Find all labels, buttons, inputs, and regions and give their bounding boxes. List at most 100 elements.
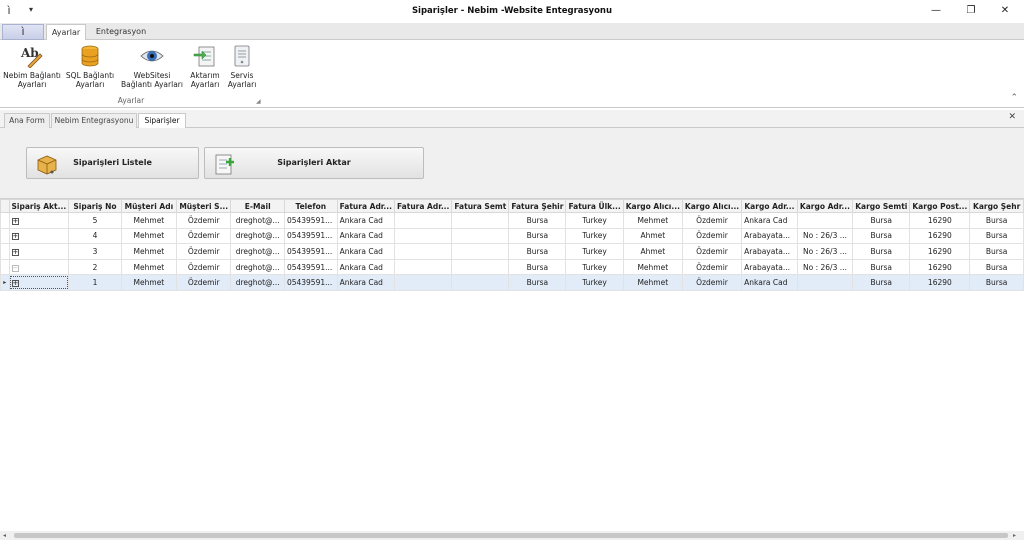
grid-cell[interactable]: Ankara Cad [336,212,395,229]
table-row[interactable]: ▸ +1 Mehmet Özdemir dreghot@... 05439591... An… [0,274,1024,291]
expand-cell[interactable]: − [8,258,70,276]
table-row[interactable]: +3 Mehmet Özdemir dreghot@... 05439591... Ank… [0,243,1024,260]
grid-cell[interactable]: Turkey [565,227,624,245]
column-header[interactable]: Kargo Semti [852,199,911,213]
grid-cell[interactable]: No : 26/3 ... [796,243,854,260]
column-header[interactable]: Müşteri S... [176,199,232,213]
grid-cell[interactable]: Bursa [852,258,911,276]
scroll-left-icon[interactable]: ◂ [3,531,6,540]
grid-cell[interactable]: Bursa [969,212,1024,229]
column-header[interactable]: Kargo Post... [909,199,971,213]
column-header[interactable]: Sipariş Akt... [8,199,70,213]
minimize-button[interactable]: — [920,0,952,22]
grid-cell[interactable]: Özdemir [681,258,743,276]
grid-cell[interactable]: No : 26/3 ... [796,258,854,276]
grid-cell[interactable]: 05439591... [283,227,338,245]
grid-cell[interactable]: Ahmet [622,243,683,260]
application-menu-button[interactable]: ì [2,24,44,40]
expand-row-icon[interactable]: + [11,233,19,241]
grid-cell[interactable]: Bursa [852,227,911,245]
grid-cell[interactable]: Ankara Cad [336,243,395,260]
close-button[interactable]: ✕ [989,0,1021,22]
group-launcher-icon[interactable]: ◢ [256,98,261,105]
expand-cell[interactable]: + [8,227,70,245]
grid-cell[interactable]: Mehmet [120,227,178,245]
expand-row-icon[interactable]: + [11,248,19,256]
grid-cell[interactable]: Özdemir [681,212,743,229]
grid-cell[interactable] [451,212,510,229]
grid-cell[interactable]: 4 [68,227,122,245]
horizontal-scrollbar[interactable]: ◂ ▸ [0,531,1024,540]
column-header[interactable]: Fatura Ülk... [565,199,624,213]
grid-cell[interactable]: Özdemir [176,243,232,260]
table-row[interactable]: +5 Mehmet Özdemir dreghot@... 05439591... Ank… [0,212,1024,229]
grid-cell[interactable]: Bursa [969,227,1024,245]
grid-cell[interactable]: Özdemir [176,258,232,276]
tab-ayarlar[interactable]: Ayarlar [46,24,86,41]
scrollbar-thumb[interactable] [14,533,1008,538]
grid-cell[interactable] [393,227,453,245]
grid-cell[interactable]: 2 [68,258,122,276]
grid-cell[interactable]: Bursa [508,243,567,260]
grid-cell[interactable]: Ankara Cad [336,274,395,291]
grid-cell[interactable]: Turkey [565,274,624,291]
tab-siparisler[interactable]: Siparişler [138,113,186,129]
grid-cell[interactable]: Turkey [565,243,624,260]
grid-cell[interactable] [451,243,510,260]
grid-cell[interactable]: Bursa [852,274,911,291]
column-header[interactable]: Fatura Adr... [336,199,395,213]
grid-cell[interactable]: Turkey [565,258,624,276]
grid-cell[interactable]: Mehmet [622,212,683,229]
column-header[interactable]: Kargo Adr... [741,199,798,213]
column-header[interactable]: E-Mail [230,199,285,213]
grid-cell[interactable]: Bursa [852,243,911,260]
collapse-ribbon-icon[interactable]: ⌃ [1010,93,1018,103]
grid-cell[interactable]: Bursa [508,274,567,291]
column-header[interactable]: Fatura Şehir [508,199,567,213]
grid-cell[interactable]: dreghot@... [230,227,285,245]
grid-cell[interactable]: Turkey [565,212,624,229]
nebim-connection-settings-button[interactable]: Ab Nebim Bağlantı Ayarları [2,42,62,94]
grid-cell[interactable]: Özdemir [681,227,743,245]
table-row[interactable]: +4 Mehmet Özdemir dreghot@... 05439591... Ank… [0,227,1024,245]
grid-cell[interactable]: Bursa [969,274,1024,291]
website-connection-settings-button[interactable]: WebSitesi Bağlantı Ayarları [118,42,186,94]
grid-cell[interactable]: 3 [68,243,122,260]
grid-cell[interactable] [796,274,854,291]
grid-cell[interactable]: 05439591... [283,258,338,276]
scroll-right-icon[interactable]: ▸ [1013,531,1016,540]
tab-ana-form[interactable]: Ana Form [4,113,50,128]
grid-cell[interactable]: Mehmet [120,274,178,291]
grid-cell[interactable]: dreghot@... [230,258,285,276]
transfer-settings-button[interactable]: Aktarım Ayarları [186,42,224,94]
column-header[interactable]: Kargo Alıcı... [622,199,683,213]
grid-cell[interactable] [393,258,453,276]
expand-row-icon[interactable]: + [11,217,19,225]
column-header[interactable]: Sipariş No [68,199,122,213]
row-indicator[interactable] [0,258,10,276]
grid-cell[interactable] [393,243,453,260]
grid-cell[interactable] [393,274,453,291]
grid-cell[interactable]: Mehmet [120,212,178,229]
grid-cell[interactable]: Mehmet [120,243,178,260]
grid-cell[interactable]: No : 26/3 ... [796,227,854,245]
column-header[interactable]: Kargo Şehr [969,199,1024,213]
grid-cell[interactable]: Arabayata... [741,227,798,245]
grid-cell[interactable]: Arabayata... [741,258,798,276]
grid-cell[interactable]: dreghot@... [230,274,285,291]
grid-cell[interactable]: 16290 [909,227,971,245]
grid-cell[interactable]: 16290 [909,258,971,276]
grid-cell[interactable]: Ahmet [622,227,683,245]
grid-cell[interactable]: Mehmet [622,274,683,291]
grid-cell[interactable] [451,227,510,245]
restore-button[interactable]: ❐ [955,0,987,22]
service-settings-button[interactable]: Servis Ayarları [224,42,260,94]
grid-cell[interactable]: Bursa [969,243,1024,260]
grid-cell[interactable]: Mehmet [120,258,178,276]
grid-cell[interactable]: Ankara Cad [336,227,395,245]
grid-cell[interactable]: Bursa [969,258,1024,276]
grid-cell[interactable]: dreghot@... [230,212,285,229]
grid-cell[interactable]: 1 [68,274,122,291]
grid-cell[interactable] [451,258,510,276]
grid-cell[interactable]: Bursa [508,227,567,245]
